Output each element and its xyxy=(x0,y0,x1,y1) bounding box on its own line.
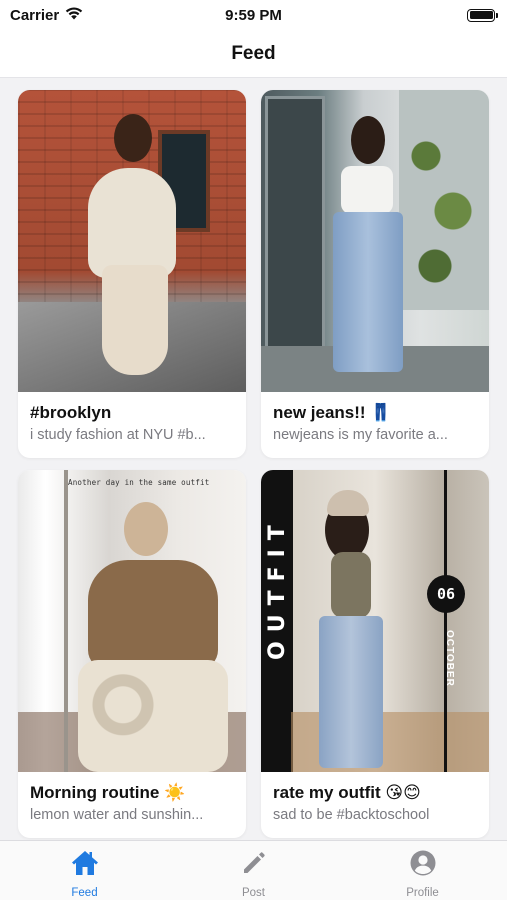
post-subtitle: lemon water and sunshin... xyxy=(30,807,204,823)
post-caption: new jeans!! 👖 newjeans is my favorite a.… xyxy=(261,392,489,445)
pencil-icon xyxy=(239,848,269,883)
tab-label: Profile xyxy=(406,887,439,899)
image-overlay-day: 06 xyxy=(427,575,465,613)
tab-label: Feed xyxy=(71,887,98,899)
post-image: Another day in the same outfit xyxy=(18,470,246,772)
tab-bar: Feed Post Profile xyxy=(0,840,507,900)
post-subtitle: i study fashion at NYU #b... xyxy=(30,427,206,443)
tab-profile[interactable]: Profile xyxy=(338,841,507,900)
post-subtitle: sad to be #backtoschool xyxy=(273,807,430,823)
post-caption: rate my outfit 😘😊 sad to be #backtoschoo… xyxy=(261,772,489,825)
post-caption: Morning routine ☀️ lemon water and sunsh… xyxy=(18,772,246,825)
post-image xyxy=(18,90,246,392)
post-card[interactable]: new jeans!! 👖 newjeans is my favorite a.… xyxy=(261,90,489,458)
post-title: rate my outfit 😘😊 xyxy=(273,783,421,802)
image-overlay-text: Another day in the same outfit xyxy=(68,478,210,487)
tab-label: Post xyxy=(241,887,265,899)
carrier-label: Carrier xyxy=(10,6,60,24)
post-caption: #brooklyn i study fashion at NYU #b... xyxy=(18,392,246,445)
post-title: new jeans!! 👖 xyxy=(273,403,392,422)
image-overlay-text: OUTFIT xyxy=(265,516,290,660)
post-title: #brooklyn xyxy=(30,403,112,422)
house-icon xyxy=(70,848,100,883)
post-subtitle: newjeans is my favorite a... xyxy=(273,427,448,443)
post-grid: #brooklyn i study fashion at NYU #b... n… xyxy=(18,90,489,838)
status-bar: Carrier 9:59 PM xyxy=(0,0,507,30)
person-circle-icon xyxy=(408,848,438,883)
post-title: Morning routine ☀️ xyxy=(30,783,186,802)
navigation-bar: Feed xyxy=(0,30,507,78)
battery-icon xyxy=(467,8,498,22)
post-card[interactable]: #brooklyn i study fashion at NYU #b... xyxy=(18,90,246,458)
post-card[interactable]: OUTFIT 06 OCTOBER rate my outfit 😘😊 sad … xyxy=(261,470,489,838)
post-card[interactable]: Another day in the same outfit Morning r… xyxy=(18,470,246,838)
status-left: Carrier xyxy=(10,7,83,24)
page-title: Feed xyxy=(231,42,276,64)
post-image: OUTFIT 06 OCTOBER xyxy=(261,470,489,772)
feed-scroll-view[interactable]: #brooklyn i study fashion at NYU #b... n… xyxy=(0,78,507,840)
tab-feed[interactable]: Feed xyxy=(0,841,169,900)
wifi-icon xyxy=(65,6,83,24)
image-overlay-month: OCTOBER xyxy=(444,630,455,687)
post-image xyxy=(261,90,489,392)
tab-post[interactable]: Post xyxy=(169,841,338,900)
